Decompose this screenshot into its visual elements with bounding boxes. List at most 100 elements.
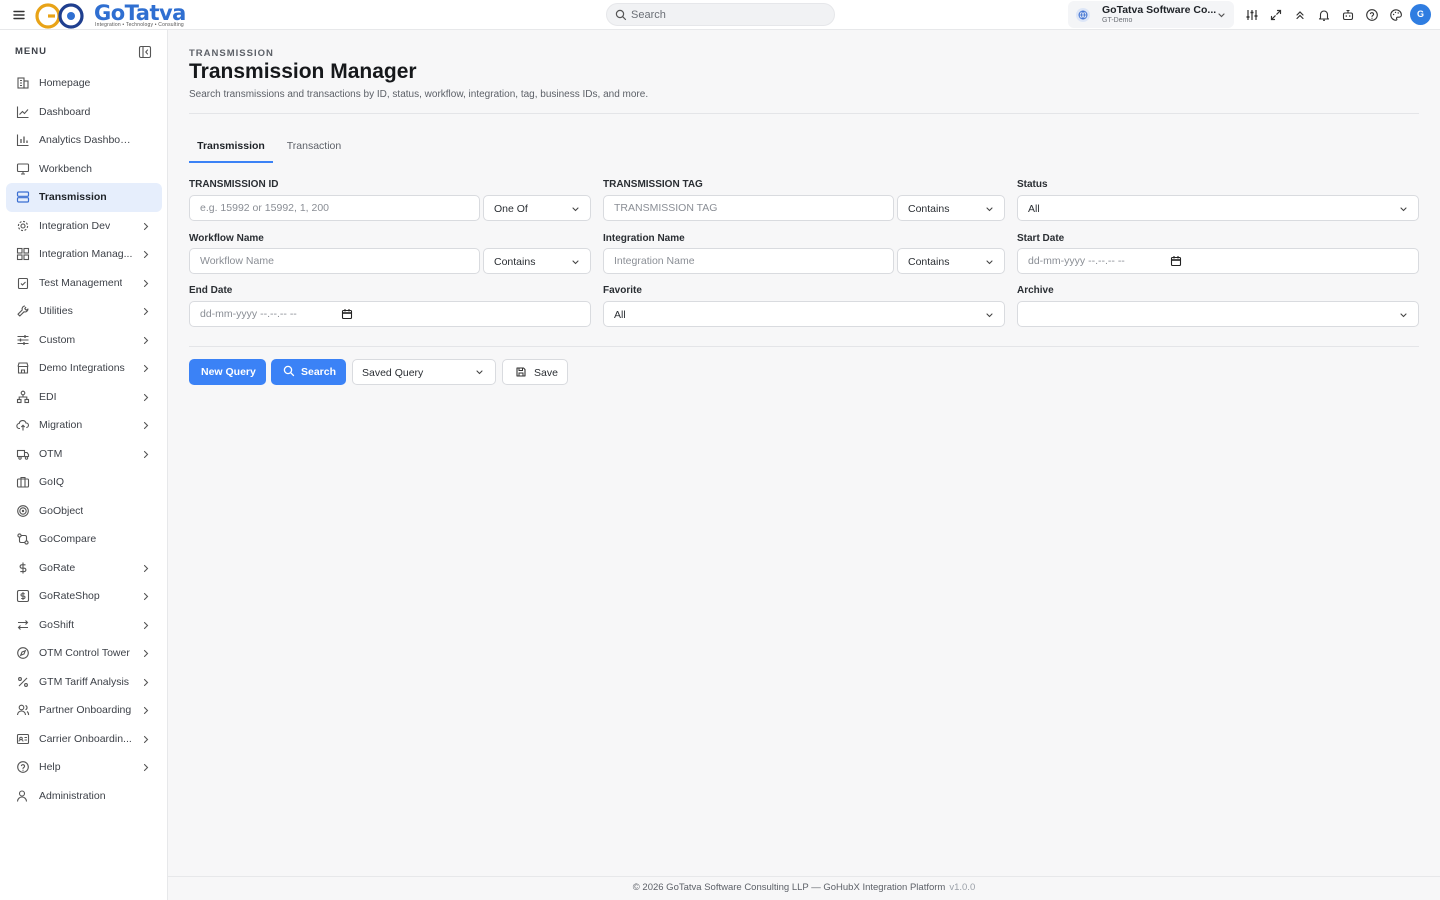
calendar-icon[interactable] [1170,255,1182,267]
status-select[interactable]: All [1017,195,1419,221]
chevron-down-icon [986,313,993,318]
gotatva-logo[interactable]: GoTatva Integration • Technology • Consu… [34,1,204,29]
sidebar-item-goiq[interactable]: GoIQ [6,468,162,497]
workflow-name-operator-select[interactable]: Contains [483,248,591,274]
sidebar-item-integration-dev[interactable]: Integration Dev [6,212,162,241]
sidebar-item-migration[interactable]: Migration [6,411,162,440]
hamburger-menu-icon[interactable] [12,8,26,22]
line-chart-icon [16,105,30,119]
integration-name-input[interactable] [614,254,884,268]
transmission-id-input[interactable] [200,201,470,215]
saved-query-select[interactable]: Saved Query [352,359,496,385]
palette-icon[interactable] [1389,8,1403,22]
workflow-name-field[interactable] [189,248,480,274]
sidebar-item-label: Transmission [39,191,107,203]
save-button[interactable]: Save [502,359,568,385]
sliders-horizontal-icon [16,333,30,347]
chevrons-up-icon[interactable] [1293,8,1307,22]
sidebar-item-analytics-dashboard[interactable]: Analytics Dashboard [6,126,162,155]
sidebar-item-carrier-onboardin[interactable]: Carrier Onboardin... [6,725,162,754]
sidebar-item-label: Utilities [39,305,73,317]
chevron-right-icon [142,621,150,630]
chevron-down-icon [572,260,579,265]
new-query-label: New Query [201,366,256,378]
end-date-field[interactable] [189,301,591,327]
global-search[interactable] [606,3,835,26]
start-date-field[interactable] [1017,248,1419,274]
sidebar-item-otm[interactable]: OTM [6,440,162,469]
sidebar-item-test-management[interactable]: Test Management [6,269,162,298]
sidebar-item-transmission[interactable]: Transmission [6,183,162,212]
new-query-button[interactable]: New Query [189,359,266,385]
sidebar-item-label: GTM Tariff Analysis [39,675,130,688]
chevron-right-icon [142,336,150,345]
sidebar-item-gtm-tariff-analysis[interactable]: GTM Tariff Analysis [6,668,162,697]
transmission-tag-input[interactable] [614,201,884,215]
integration-name-field[interactable] [603,248,894,274]
sidebar-item-utilities[interactable]: Utilities [6,297,162,326]
tab-transaction[interactable]: Transaction [277,132,351,163]
tab-transmission[interactable]: Transmission [189,132,273,163]
archive-select[interactable] [1017,301,1419,327]
sidebar-item-demo-integrations[interactable]: Demo Integrations [6,354,162,383]
chevron-right-icon [142,592,150,601]
robot-icon[interactable] [1341,8,1355,22]
briefcase-icon [16,475,30,489]
sidebar-item-otm-control-tower[interactable]: OTM Control Tower [6,639,162,668]
chevron-right-icon [142,364,150,373]
chevron-down-icon [572,207,579,212]
sidebar-item-gorate[interactable]: GoRate [6,554,162,583]
end-date-input[interactable] [200,307,340,321]
transmission-tag-operator-select[interactable]: Contains [897,195,1005,221]
sidebar-item-integration-manag[interactable]: Integration Manag... [6,240,162,269]
header-divider [189,113,1419,114]
start-date-input[interactable] [1028,254,1168,268]
page-title: Transmission Manager [189,60,417,83]
git-compare-icon [16,532,30,546]
transmission-id-operator-select[interactable]: One Of [483,195,591,221]
globe-icon [1076,8,1090,22]
transmission-tag-field[interactable] [603,195,894,221]
expand-icon[interactable] [1269,8,1283,22]
bell-icon[interactable] [1317,8,1331,22]
sidebar-item-help[interactable]: Help [6,753,162,782]
sidebar-item-label: GoObject [39,504,84,517]
collapse-sidebar-icon[interactable] [138,45,152,59]
sidebar-item-goobject[interactable]: GoObject [6,497,162,526]
workflow-name-label: Workflow Name [189,233,264,244]
chevron-right-icon [142,564,150,573]
organization-switcher[interactable]: GoTatva Software Co... GT-Demo [1068,1,1234,28]
integration-name-operator-select[interactable]: Contains [897,248,1005,274]
search-icon [283,365,295,377]
top-bar: GoTatva Integration • Technology • Consu… [0,0,1440,30]
archive-label: Archive [1017,285,1054,296]
sidebar-item-label: OTM [39,447,63,460]
workflow-name-input[interactable] [200,254,470,268]
global-search-input[interactable] [631,7,821,23]
sidebar-item-gocompare[interactable]: GoCompare [6,525,162,554]
favorite-select[interactable]: All [603,301,1005,327]
transmission-id-field[interactable] [189,195,480,221]
user-cog-icon [16,789,30,803]
transmission-id-label: TRANSMISSION ID [189,179,279,190]
sidebar-item-workbench[interactable]: Workbench [6,155,162,184]
sidebar-item-custom[interactable]: Custom [6,326,162,355]
sidebar-item-dashboard[interactable]: Dashboard [6,98,162,127]
end-date-label: End Date [189,285,233,296]
sidebar-item-gorateshop[interactable]: GoRateShop [6,582,162,611]
sidebar-item-label: Dashboard [39,105,91,118]
sidebar-item-homepage[interactable]: Homepage [6,69,162,98]
search-button[interactable]: Search [271,359,346,385]
sidebar-nav: Homepage Dashboard Analytics Dashboard Work… [6,69,162,810]
sidebar-item-partner-onboarding[interactable]: Partner Onboarding [6,696,162,725]
sidebar-item-label: Administration [39,789,106,802]
sidebar-item-goshift[interactable]: GoShift [6,611,162,640]
calendar-icon[interactable] [341,308,353,320]
truck-icon [16,447,30,461]
sidebar-item-administration[interactable]: Administration [6,782,162,811]
page-description: Search transmissions and transactions by… [189,89,649,100]
user-avatar[interactable]: G [1410,4,1431,25]
sliders-icon[interactable] [1245,8,1259,22]
sidebar-item-edi[interactable]: EDI [6,383,162,412]
help-icon[interactable] [1365,8,1379,22]
